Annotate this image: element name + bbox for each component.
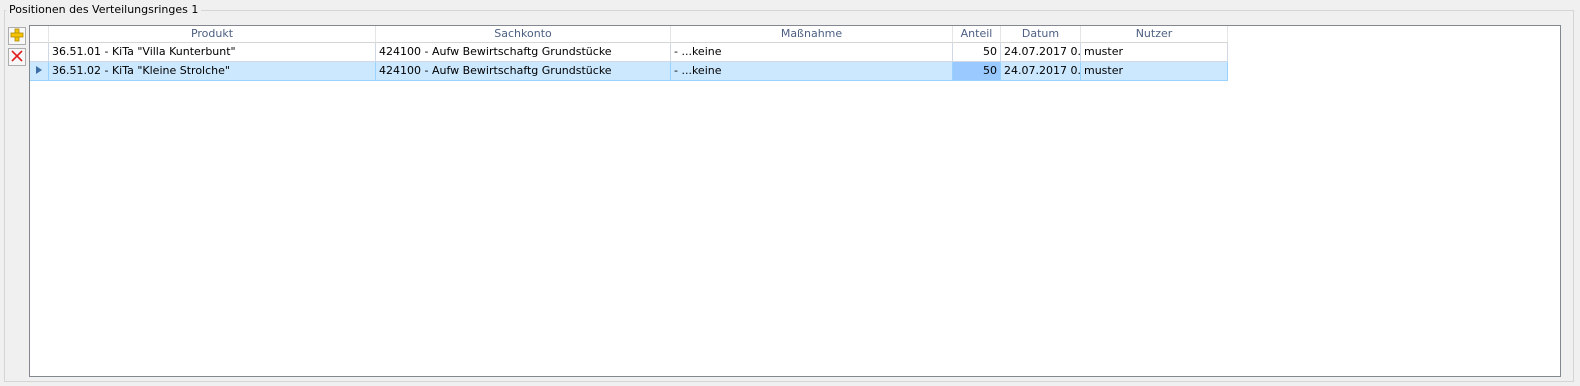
column-header-nutzer[interactable]: Nutzer (1081, 26, 1228, 43)
cell-sachkonto[interactable]: 424100 - Aufw Bewirtschaftg Grundstücke (376, 62, 671, 81)
cell-datum[interactable]: 24.07.2017 0... (1001, 62, 1081, 81)
delete-position-button[interactable] (8, 48, 26, 66)
cell-produkt[interactable]: 36.51.01 - KiTa "Villa Kunterbunt" (49, 43, 376, 62)
cell-anteil[interactable]: 50 (953, 43, 1001, 62)
cell-produkt[interactable]: 36.51.02 - KiTa "Kleine Strolche" (49, 62, 376, 81)
cell-datum[interactable]: 24.07.2017 0... (1001, 43, 1081, 62)
grid-header-row: Produkt Sachkonto Maßnahme Anteil Datum … (30, 26, 1228, 43)
cell-massnahme[interactable]: - ...keine (671, 62, 953, 81)
row-header[interactable] (30, 43, 49, 62)
positions-grid[interactable]: Produkt Sachkonto Maßnahme Anteil Datum … (29, 25, 1561, 377)
column-header-massnahme[interactable]: Maßnahme (671, 26, 953, 43)
column-header-sachkonto[interactable]: Sachkonto (376, 26, 671, 43)
column-header-anteil[interactable]: Anteil (953, 26, 1001, 43)
row-header-corner (30, 26, 49, 43)
table-row-selected[interactable]: 36.51.02 - KiTa "Kleine Strolche" 424100… (30, 62, 1228, 81)
column-header-datum[interactable]: Datum (1001, 26, 1081, 43)
cell-sachkonto[interactable]: 424100 - Aufw Bewirtschaftg Grundstücke (376, 43, 671, 62)
cell-nutzer[interactable]: muster (1081, 43, 1228, 62)
cell-nutzer[interactable]: muster (1081, 62, 1228, 81)
table-row[interactable]: 36.51.01 - KiTa "Villa Kunterbunt" 42410… (30, 43, 1228, 62)
current-row-arrow-icon (36, 62, 42, 80)
row-header-current[interactable] (30, 62, 49, 81)
column-header-produkt[interactable]: Produkt (49, 26, 376, 43)
delete-x-icon (10, 49, 24, 66)
group-title: Positionen des Verteilungsringes 1 (6, 3, 202, 17)
add-position-button[interactable] (8, 27, 26, 45)
cell-anteil-active[interactable]: 50 (953, 62, 1001, 81)
cell-massnahme[interactable]: - ...keine (671, 43, 953, 62)
plus-icon (10, 28, 24, 45)
